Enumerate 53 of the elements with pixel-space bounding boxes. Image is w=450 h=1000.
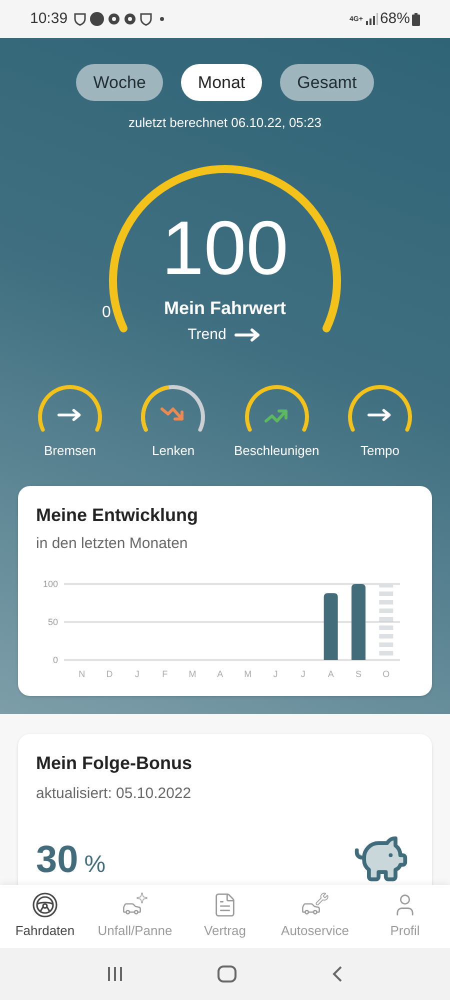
signal-icon <box>366 13 378 25</box>
last-calculated: zuletzt berechnet 06.10.22, 05:23 <box>128 114 322 132</box>
right-arrow-icon <box>57 408 83 422</box>
score-value: 100 <box>162 208 288 288</box>
card-title: Mein Folge-Bonus <box>36 752 193 775</box>
bonus-unit: % <box>84 850 106 880</box>
score-label: Mein Fahrwert <box>164 296 286 320</box>
y-tick: 0 <box>52 654 58 664</box>
dot-icon <box>160 17 164 21</box>
shield-icon <box>140 12 152 26</box>
x-tick: J <box>300 668 306 678</box>
x-tick: F <box>162 668 168 678</box>
dot-icon <box>90 12 104 26</box>
min-label: 0 <box>102 302 111 322</box>
x-tick: J <box>134 668 140 678</box>
battery-percent: 68% <box>380 8 410 29</box>
period-tab[interactable]: Gesamt <box>280 64 374 101</box>
right-arrow-icon <box>234 328 262 342</box>
x-tick: M <box>188 668 196 678</box>
x-tick: S <box>356 668 362 678</box>
battery-icon <box>412 12 420 26</box>
bonus-value: 30 <box>36 838 78 883</box>
card-subtitle: in den letzten Monaten <box>36 534 189 554</box>
y-tick: 50 <box>48 616 58 626</box>
browser-icon <box>124 13 136 25</box>
x-tick: J <box>273 668 278 678</box>
right-arrow-icon <box>366 408 393 422</box>
browser-icon <box>108 13 120 25</box>
y-tick: 100 <box>42 578 58 588</box>
category-label: Lenken <box>152 442 195 460</box>
card-title: Meine Entwicklung <box>36 504 200 527</box>
x-tick: O <box>382 668 390 678</box>
period-tab[interactable]: Woche <box>76 64 163 101</box>
shield-icon <box>74 12 86 26</box>
x-tick: A <box>328 668 334 678</box>
category-label: Beschleunigen <box>234 442 320 460</box>
recent-apps-icon[interactable] <box>107 966 123 982</box>
home-icon[interactable] <box>217 965 237 983</box>
card-subtitle: aktualisiert: 05.10.2022 <box>36 784 192 804</box>
nav-tab[interactable]: Fahrdaten <box>0 885 90 948</box>
trend-down-icon <box>160 406 186 424</box>
period-tab[interactable]: Monat <box>180 64 262 101</box>
category-label: Tempo <box>360 442 400 460</box>
x-tick: N <box>78 668 86 678</box>
category-label: Bremsen <box>44 442 96 460</box>
trend-label: Trend <box>188 324 226 344</box>
x-tick: A <box>217 668 224 678</box>
back-icon[interactable] <box>331 965 343 983</box>
bar <box>324 592 338 660</box>
x-tick: D <box>106 668 113 678</box>
x-tick: M <box>244 668 252 678</box>
clock: 10:39 <box>30 8 68 29</box>
steering-wheel-icon <box>32 892 58 918</box>
